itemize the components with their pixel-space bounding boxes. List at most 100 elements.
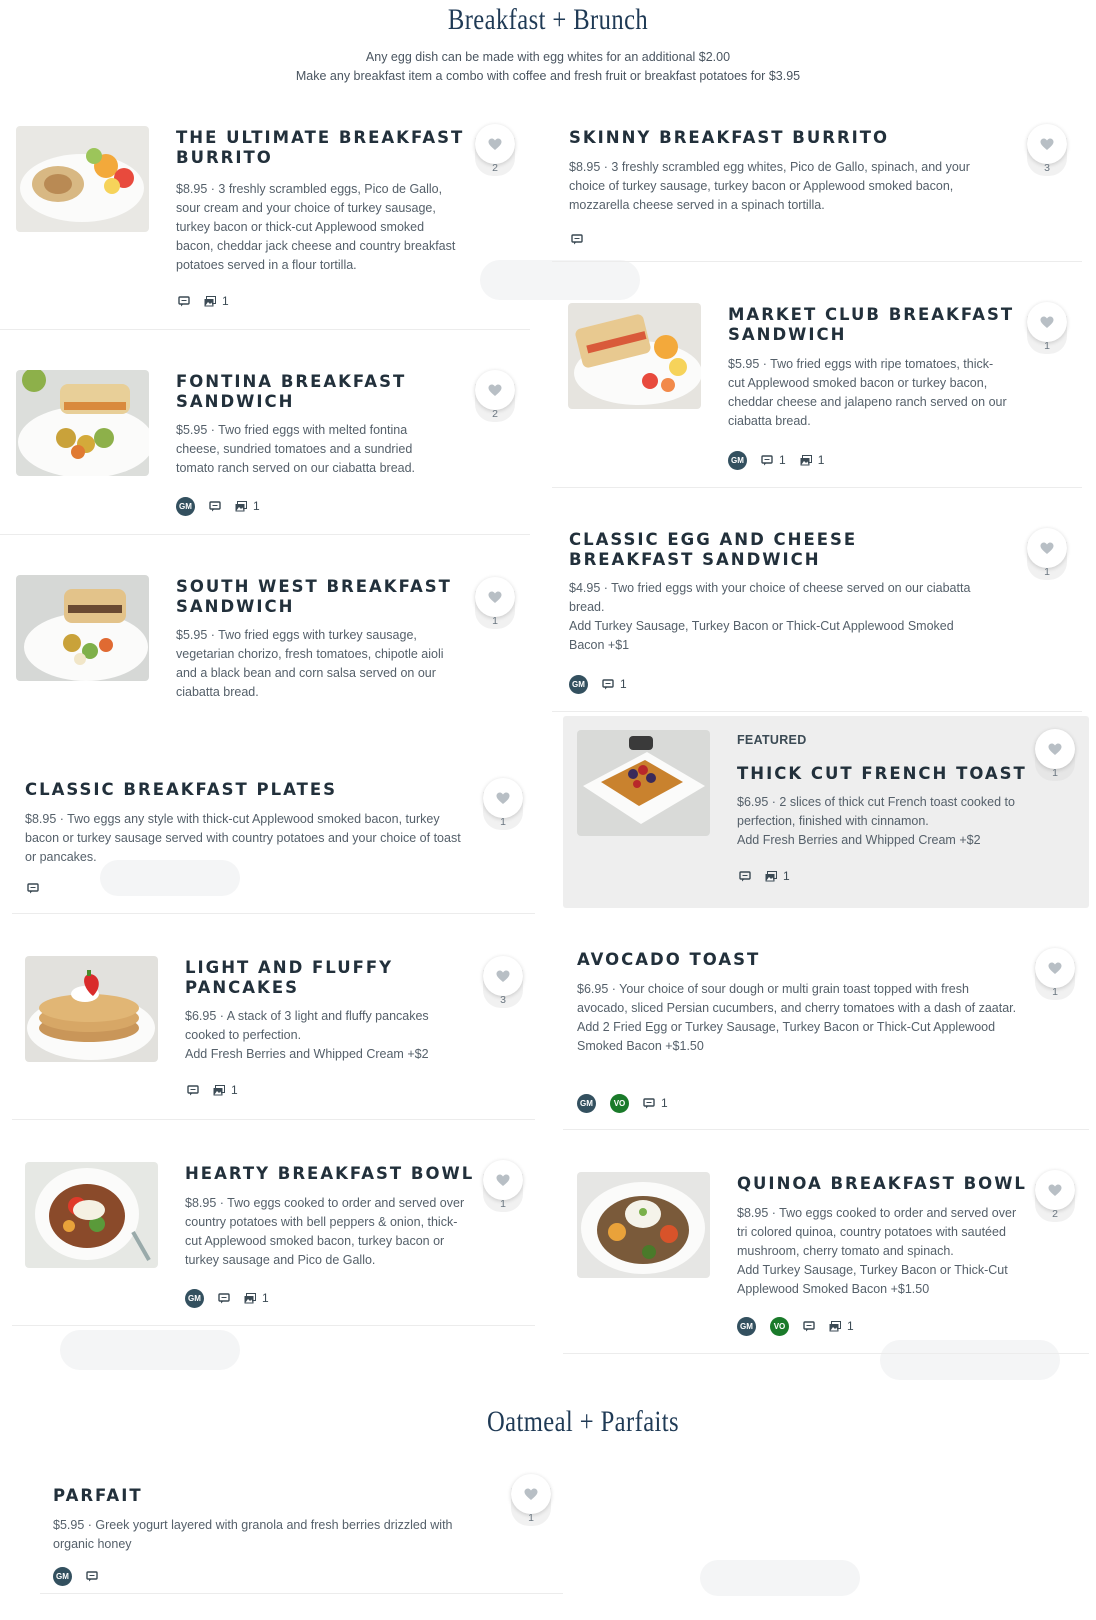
photo-icon[interactable]: 1 [244,1291,269,1305]
heart-icon[interactable] [475,577,515,617]
favorite-count: 1 [500,1198,506,1210]
favorite-control[interactable]: 1 [1027,302,1067,362]
item-photo[interactable] [25,956,158,1062]
item-description: $8.95 · Two eggs any style with thick-cu… [25,812,461,864]
heart-icon[interactable] [1027,302,1067,342]
heart-icon[interactable] [475,124,515,164]
favorite-control[interactable]: 1 [511,1474,551,1534]
favorite-control[interactable]: 1 [1027,528,1067,588]
item-photo[interactable] [577,730,710,836]
item-actions: GM 1 [185,1288,283,1308]
menu-item-quinoa-breakfast-bowl[interactable]: QUINOA BREAKFAST BOWL $8.95 · Two eggs c… [563,1148,1089,1354]
photo-count: 1 [262,1291,269,1305]
favorite-control[interactable]: 1 [483,1160,523,1220]
gm-badge[interactable]: GM [577,1093,596,1113]
heart-icon[interactable] [1027,528,1067,568]
item-name: THE ULTIMATE BREAKFAST BURRITO [176,128,465,167]
favorite-count: 1 [1044,566,1050,578]
photo-count: 1 [222,294,229,308]
item-description-main: $6.95 · 2 slices of thick cut French toa… [737,795,1015,828]
gm-badge[interactable]: GM [728,450,747,470]
menu-item-parfait[interactable]: PARFAIT $5.95 · Greek yogurt layered wit… [40,1466,563,1594]
favorite-control[interactable]: 3 [483,956,523,1016]
gm-badge[interactable]: GM [53,1566,72,1586]
favorite-control[interactable]: 1 [1035,948,1075,1008]
heart-icon[interactable] [483,1160,523,1200]
comment-icon[interactable] [803,1320,815,1332]
comment-icon[interactable] [187,1084,199,1096]
item-description: $4.95 · Two fried eggs with your choice … [569,579,989,655]
item-photo[interactable] [16,575,149,681]
comment-icon[interactable] [27,882,39,894]
photo-icon[interactable]: 1 [800,453,824,467]
menu-item-market-club-breakfast-sandwich[interactable]: MARKET CLUB BREAKFAST SANDWICH $5.95 · T… [552,286,1082,488]
heart-icon[interactable] [1035,729,1075,769]
heart-icon[interactable] [511,1474,551,1514]
comment-icon[interactable] [218,1292,230,1304]
item-description-addon: Add Fresh Berries and Whipped Cream +$2 [185,1047,429,1061]
menu-item-avocado-toast[interactable]: AVOCADO TOAST $6.95 · Your choice of sou… [563,930,1089,1130]
heart-icon[interactable] [483,956,523,996]
heart-icon[interactable] [1027,124,1067,164]
item-name: PARFAIT [53,1486,143,1505]
item-photo[interactable] [568,303,701,409]
item-photo[interactable] [25,1162,158,1268]
comment-count: 1 [620,677,627,691]
photo-icon[interactable]: 1 [213,1083,238,1097]
comment-icon[interactable]: 1 [761,453,786,467]
item-photo[interactable] [577,1172,710,1278]
menu-item-skinny-breakfast-burrito[interactable]: SKINNY BREAKFAST BURRITO $8.95 · 3 fresh… [552,110,1082,262]
item-photo[interactable] [16,370,149,476]
photo-icon[interactable]: 1 [204,294,229,308]
favorite-control[interactable]: 2 [475,370,515,430]
heart-icon[interactable] [1035,948,1075,988]
favorite-count: 2 [492,408,498,420]
menu-item-classic-egg-and-cheese-breakfast-sandwich[interactable]: CLASSIC EGG AND CHEESE BREAKFAST SANDWIC… [552,510,1082,712]
favorite-control[interactable]: 1 [483,778,523,838]
favorite-count: 1 [1052,986,1058,998]
photo-count: 1 [253,499,260,513]
menu-item-light-and-fluffy-pancakes[interactable]: LIGHT AND FLUFFY PANCAKES $6.95 · A stac… [12,932,535,1120]
comment-icon[interactable] [209,500,221,512]
favorite-control[interactable]: 1 [1035,729,1075,789]
photo-icon[interactable]: 1 [829,1319,854,1333]
item-name: LIGHT AND FLUFFY PANCAKES [185,958,394,997]
item-photo[interactable] [16,126,149,232]
heart-icon[interactable] [1035,1170,1075,1210]
menu-item-hearty-breakfast-bowl[interactable]: HEARTY BREAKFAST BOWL $8.95 · Two eggs c… [12,1138,535,1326]
gm-badge[interactable]: GM [569,674,588,694]
gm-badge[interactable]: GM [185,1288,204,1308]
comment-icon[interactable]: 1 [602,677,627,691]
item-description: $5.95 · Two fried eggs with ripe tomatoe… [728,357,1007,428]
favorite-count: 1 [1044,340,1050,352]
vo-badge[interactable]: VO [770,1316,789,1336]
menu-item-fontina-breakfast-sandwich[interactable]: FONTINA BREAKFAST SANDWICH $5.95 · Two f… [0,348,530,535]
comment-icon[interactable] [571,233,583,245]
photo-icon[interactable]: 1 [235,499,260,513]
item-actions: 1 [187,1080,252,1100]
menu-item-thick-cut-french-toast[interactable]: FEATURED THICK CUT FRENCH TOAST $6.95 · … [563,716,1089,908]
favorite-control[interactable]: 3 [1027,124,1067,184]
menu-item-classic-breakfast-plates[interactable]: CLASSIC BREAKFAST PLATES $8.95 · Two egg… [12,760,535,914]
item-description: $5.95 · Two fried eggs with turkey sausa… [176,628,444,699]
comment-icon[interactable] [739,870,751,882]
comment-icon[interactable] [86,1570,98,1582]
gm-badge[interactable]: GM [176,496,195,516]
favorite-control[interactable]: 1 [475,577,515,637]
intro-text: Any egg dish can be made with egg whites… [0,48,1096,86]
photo-count: 1 [847,1319,854,1333]
comment-icon[interactable] [178,295,190,307]
heart-icon[interactable] [483,778,523,818]
vo-badge[interactable]: VO [610,1093,629,1113]
comment-icon[interactable]: 1 [643,1096,668,1110]
favorite-control[interactable]: 2 [1035,1170,1075,1230]
item-actions: GM 1 [569,674,641,694]
menu-item-south-west-breakfast-sandwich[interactable]: SOUTH WEST BREAKFAST SANDWICH $5.95 · Tw… [0,555,530,715]
item-actions [571,229,597,249]
photo-icon[interactable]: 1 [765,869,790,883]
menu-item-ultimate-breakfast-burrito[interactable]: THE ULTIMATE BREAKFAST BURRITO $8.95 · 3… [0,110,530,330]
heart-icon[interactable] [475,370,515,410]
gm-badge[interactable]: GM [737,1316,756,1336]
favorite-control[interactable]: 2 [475,124,515,184]
item-description: $8.95 · Two eggs cooked to order and ser… [185,1196,465,1267]
